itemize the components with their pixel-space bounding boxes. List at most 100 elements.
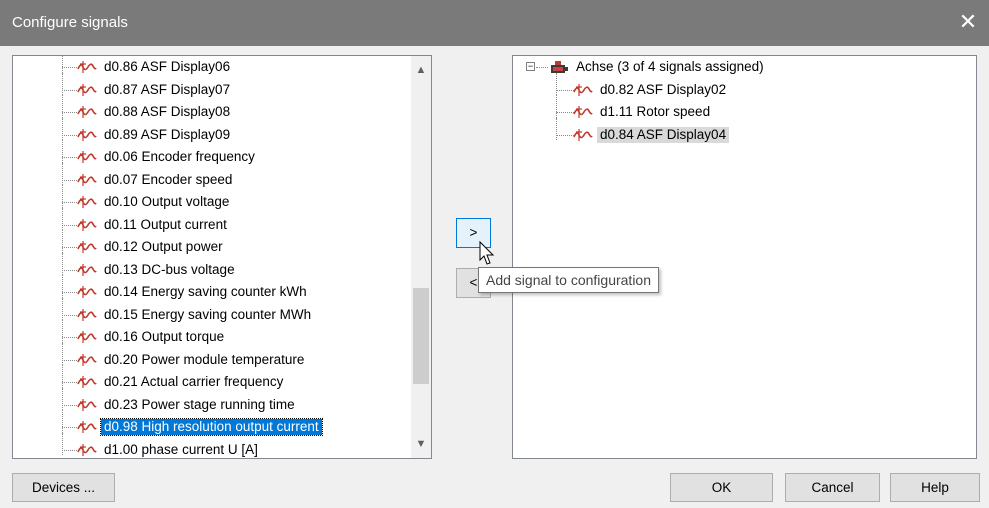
assigned-signal-item[interactable]: d0.82 ASF Display02 — [513, 72, 976, 102]
available-signals-list[interactable]: d0.86 ASF Display06 d0.87 ASF Display07 d0… — [12, 55, 432, 459]
left-scrollbar[interactable]: ▲ ▼ — [411, 56, 431, 458]
signal-label: d0.13 DC-bus voltage — [104, 261, 235, 277]
signal-list-item[interactable]: d0.88 ASF Display08 — [13, 95, 411, 124]
tree-connector — [62, 207, 63, 230]
signal-icon — [77, 398, 97, 411]
tree-connector — [556, 117, 557, 140]
close-icon[interactable]: ✕ — [955, 9, 981, 35]
signal-list-item[interactable]: d0.14 Energy saving counter kWh — [13, 275, 411, 304]
tree-connector — [62, 72, 63, 95]
configured-tree-rows: − Achse (3 of 4 signals assigned) d0.82 … — [513, 56, 976, 146]
signal-icon — [77, 196, 97, 208]
tree-connector — [62, 162, 63, 185]
tree-connector — [556, 95, 557, 118]
scrollbar-thumb[interactable] — [413, 288, 429, 384]
configure-signals-dialog: Configure signals ✕ d0.86 ASF Display06 d… — [0, 0, 989, 508]
dialog-title: Configure signals — [12, 14, 128, 31]
tree-connector — [556, 72, 557, 95]
configured-signals-tree[interactable]: − Achse (3 of 4 signals assigned) d0.82 … — [512, 55, 977, 459]
tree-connector — [62, 185, 63, 208]
help-button[interactable]: Help — [890, 473, 980, 502]
tree-connector — [62, 275, 63, 298]
tree-connector — [556, 134, 574, 136]
signal-list-item[interactable]: d0.15 Energy saving counter MWh — [13, 297, 411, 327]
signal-label: d0.21 Actual carrier frequency — [104, 374, 284, 389]
signal-label: d0.16 Output torque — [104, 329, 225, 344]
signal-list-item[interactable]: d0.86 ASF Display06 — [13, 56, 411, 79]
signal-list-item[interactable]: d0.20 Power module temperature — [13, 342, 411, 372]
tree-connector — [62, 140, 63, 163]
assigned-signal-label: d1.11 Rotor speed — [600, 104, 711, 119]
signal-icon — [77, 128, 97, 141]
signal-list-item[interactable]: d1.00 phase current U [A] — [13, 432, 411, 459]
mouse-pointer-icon — [479, 240, 495, 265]
signal-icon — [77, 421, 97, 433]
tree-connector — [62, 117, 63, 140]
tree-connector — [62, 365, 63, 388]
tree-connector — [556, 112, 574, 113]
signal-label: d0.20 Power module temperature — [104, 351, 305, 367]
devices-button[interactable]: Devices ... — [12, 473, 115, 502]
tree-device-row[interactable]: − Achse (3 of 4 signals assigned) — [513, 56, 976, 79]
signal-icon — [77, 83, 97, 96]
signal-icon — [573, 106, 593, 118]
signal-label: d0.89 ASF Display09 — [104, 126, 231, 142]
tree-connector — [62, 252, 63, 275]
collapse-icon[interactable]: − — [526, 62, 535, 71]
signal-label: d0.10 Output voltage — [104, 194, 230, 209]
signal-list-item[interactable]: d0.10 Output voltage — [13, 185, 411, 214]
signal-list-item[interactable]: d0.23 Power stage running time — [13, 387, 411, 417]
tree-connector — [62, 410, 63, 433]
signal-label: d0.23 Power stage running time — [104, 396, 295, 412]
signal-list-item[interactable]: d0.89 ASF Display09 — [13, 117, 411, 147]
scroll-down-icon[interactable]: ▼ — [411, 434, 431, 454]
signal-icon — [77, 263, 97, 276]
assigned-signal-label: d0.84 ASF Display04 — [597, 126, 730, 143]
signal-icon — [77, 151, 97, 163]
signal-icon — [77, 376, 97, 388]
signal-list-item[interactable]: d0.21 Actual carrier frequency — [13, 365, 411, 394]
signal-icon — [77, 353, 97, 366]
tree-connector — [62, 56, 63, 73]
signal-list-item[interactable]: d0.16 Output torque — [13, 320, 411, 349]
signal-list-item[interactable]: d0.13 DC-bus voltage — [13, 252, 411, 282]
signal-icon — [77, 331, 97, 343]
ok-button[interactable]: OK — [670, 473, 773, 502]
device-icon — [551, 61, 568, 73]
assigned-signal-item[interactable]: d0.84 ASF Display04 — [513, 117, 976, 147]
signal-label: d0.11 Output current — [104, 216, 227, 232]
signal-list-item[interactable]: d0.87 ASF Display07 — [13, 72, 411, 102]
signal-list-item[interactable]: d0.98 High resolution output current — [13, 410, 411, 439]
tree-connector — [62, 95, 63, 118]
signal-label: d0.07 Encoder speed — [104, 171, 233, 187]
tree-connector — [62, 320, 63, 343]
signal-icon — [77, 241, 97, 253]
signal-label: d0.88 ASF Display08 — [104, 104, 231, 119]
tree-connector — [536, 67, 548, 68]
assigned-signal-label: d0.82 ASF Display02 — [600, 81, 727, 97]
tree-connector — [62, 342, 63, 365]
signal-list-item[interactable]: d0.12 Output power — [13, 230, 411, 259]
signal-icon — [77, 218, 97, 231]
signal-list-item[interactable]: d0.06 Encoder frequency — [13, 140, 411, 169]
tree-connector — [62, 387, 63, 410]
signal-icon — [573, 83, 593, 96]
tree-connector — [62, 230, 63, 253]
signal-icon — [77, 106, 97, 118]
signal-list-item[interactable]: d0.07 Encoder speed — [13, 162, 411, 192]
signal-list-item[interactable]: d0.11 Output current — [13, 207, 411, 237]
signal-icon — [573, 128, 593, 141]
tree-connector — [62, 432, 63, 455]
signal-label: d0.06 Encoder frequency — [104, 149, 255, 164]
available-signals-rows: d0.86 ASF Display06 d0.87 ASF Display07 d0… — [13, 56, 411, 459]
signal-icon — [77, 286, 97, 298]
cancel-button[interactable]: Cancel — [785, 473, 880, 502]
add-signal-tooltip: Add signal to configuration — [478, 267, 659, 293]
scroll-up-icon[interactable]: ▲ — [411, 60, 431, 80]
tree-connector — [556, 89, 574, 91]
signal-label: d0.87 ASF Display07 — [104, 81, 231, 97]
assigned-signal-item[interactable]: d1.11 Rotor speed — [513, 95, 976, 124]
device-label: Achse (3 of 4 signals assigned) — [576, 59, 764, 74]
signal-icon — [77, 308, 97, 321]
signal-label: d0.86 ASF Display06 — [104, 59, 231, 74]
